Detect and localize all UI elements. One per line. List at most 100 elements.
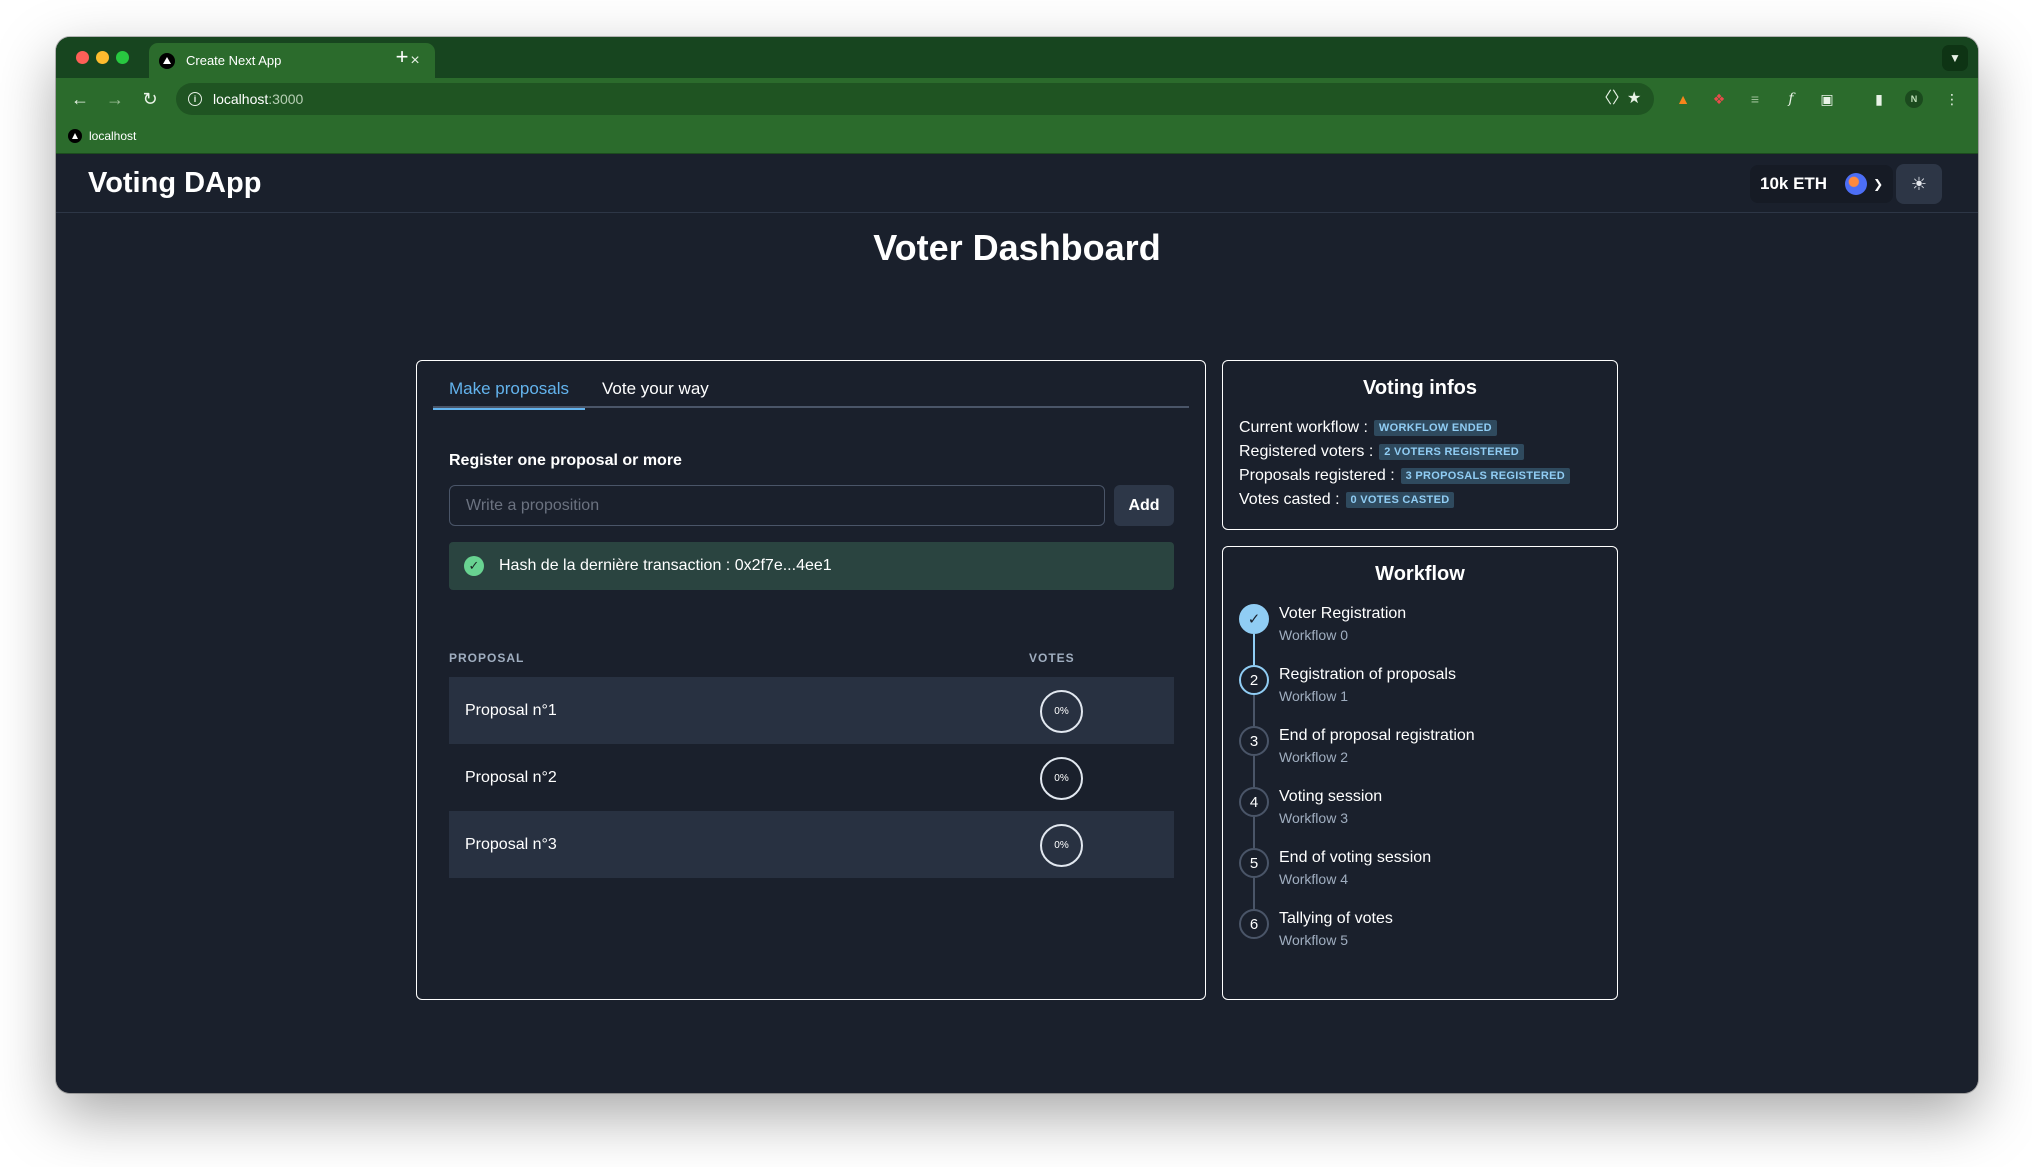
step-subtitle: Workflow 0	[1279, 627, 1348, 643]
app-header: Voting DApp 10k ETH ❯ ☀	[56, 155, 1978, 213]
table-row: Proposal n°1 0%	[449, 677, 1174, 744]
close-window-button[interactable]	[76, 51, 89, 64]
chevron-down-icon: ❯	[1873, 177, 1884, 191]
app-viewport: Voting DApp 10k ETH ❯ ☀ Voter Dashboard …	[56, 155, 1978, 1093]
nextjs-bookmark-icon	[68, 129, 82, 143]
step-number: 3	[1239, 726, 1269, 756]
step-connector	[1253, 634, 1255, 665]
register-proposal-label: Register one proposal or more	[449, 452, 682, 469]
table-row: Proposal n°2 0%	[449, 744, 1174, 811]
info-registered-voters: Registered voters : 2 VOTERS REGISTERED	[1239, 443, 1524, 461]
step-number: 5	[1239, 848, 1269, 878]
status-badge: WORKFLOW ENDED	[1373, 420, 1497, 436]
info-proposals-registered: Proposals registered : 3 PROPOSALS REGIS…	[1239, 467, 1571, 485]
step-title: Voting session	[1279, 788, 1383, 805]
minimize-window-button[interactable]	[96, 51, 109, 64]
metamask-extension-icon[interactable]: ▲	[1673, 89, 1693, 109]
proposal-label: Proposal n°1	[465, 701, 557, 719]
step-title: Tallying of votes	[1279, 910, 1393, 927]
translate-icon[interactable]: 〈〉	[1596, 90, 1628, 108]
page-title: Voter Dashboard	[873, 227, 1161, 268]
tab-list: Make proposals Vote your way	[433, 378, 1189, 410]
reload-icon[interactable]: ↻	[138, 87, 162, 111]
workflow-step: 3 End of proposal registration Workflow …	[1239, 726, 1599, 787]
step-connector	[1253, 878, 1255, 909]
bookmarks-bar: localhost	[56, 120, 1978, 154]
info-current-workflow: Current workflow : WORKFLOW ENDED	[1239, 419, 1497, 437]
add-proposal-button[interactable]: Add	[1114, 485, 1174, 526]
tab-search-chevron-icon[interactable]: ▼	[1942, 45, 1968, 71]
proposal-label: Proposal n°3	[465, 835, 557, 853]
workflow-step: 6 Tallying of votes Workflow 5	[1239, 909, 1599, 965]
color-extension-icon[interactable]: ❖	[1709, 89, 1729, 109]
workflow-step: ✓ Voter Registration Workflow 0	[1239, 604, 1599, 665]
nextjs-favicon-icon	[159, 52, 175, 69]
step-title: End of voting session	[1279, 849, 1432, 866]
browser-toolbar: ← → ↻ i localhost:3000 〈〉 ★ ▲ ❖ ≡ f ▣ ▮ …	[56, 78, 1978, 120]
status-badge: 3 PROPOSALS REGISTERED	[1400, 468, 1571, 484]
workflow-step: 5 End of voting session Workflow 4	[1239, 848, 1599, 909]
url-host: localhost	[213, 91, 269, 107]
tab-make-proposals[interactable]: Make proposals	[433, 378, 586, 410]
column-header-proposal: PROPOSAL	[449, 651, 525, 665]
step-title: Voter Registration	[1279, 605, 1407, 622]
step-subtitle: Workflow 2	[1279, 749, 1348, 765]
fx-extension-icon[interactable]: f	[1781, 89, 1801, 109]
url-port: :3000	[268, 91, 304, 107]
forward-arrow-icon[interactable]: →	[103, 87, 127, 111]
maximize-window-button[interactable]	[116, 51, 129, 64]
step-subtitle: Workflow 4	[1279, 871, 1348, 887]
step-number: 4	[1239, 787, 1269, 817]
bookmark-star-icon[interactable]: ★	[1627, 90, 1641, 108]
step-subtitle: Workflow 3	[1279, 810, 1348, 826]
workflow-title: Workflow	[1375, 563, 1465, 585]
extensions-puzzle-icon[interactable]: ▣	[1817, 89, 1837, 109]
step-title: End of proposal registration	[1279, 727, 1475, 744]
votes-percentage-circle: 0%	[1040, 690, 1083, 733]
browser-menu-icon[interactable]: ⋮	[1942, 89, 1962, 109]
browser-tab-strip: Create Next App × + ▼	[56, 37, 1978, 78]
check-circle-icon: ✓	[464, 556, 484, 576]
column-header-votes: VOTES	[1029, 651, 1075, 665]
step-subtitle: Workflow 1	[1279, 688, 1348, 704]
profile-avatar[interactable]: N	[1905, 90, 1923, 108]
app-title: Voting DApp	[88, 167, 262, 199]
bookmark-label: localhost	[89, 129, 137, 143]
voting-infos-title: Voting infos	[1362, 377, 1478, 399]
step-number: 2	[1239, 665, 1269, 695]
tab-vote-your-way[interactable]: Vote your way	[586, 378, 725, 408]
status-badge: 2 VOTERS REGISTERED	[1379, 444, 1524, 460]
info-label: Current workflow :	[1239, 419, 1368, 436]
back-arrow-icon[interactable]: ←	[68, 87, 92, 111]
browser-window: Create Next App × + ▼ ← → ↻ i localhost:…	[56, 37, 1978, 1093]
info-votes-casted: Votes casted : 0 VOTES CASTED	[1239, 491, 1455, 509]
wallet-account-button[interactable]: 10k ETH ❯	[1750, 165, 1894, 203]
site-info-icon[interactable]: i	[188, 92, 202, 106]
step-connector	[1253, 817, 1255, 848]
step-check-icon: ✓	[1239, 604, 1269, 634]
votes-percentage-circle: 0%	[1040, 757, 1083, 800]
bookmark-localhost[interactable]: localhost	[68, 129, 136, 143]
votes-percentage-circle: 0%	[1040, 824, 1083, 867]
proposal-label: Proposal n°2	[465, 768, 557, 786]
info-label: Registered voters :	[1239, 443, 1374, 460]
extension-icon[interactable]: ≡	[1745, 89, 1765, 109]
proposals-card: Make proposals Vote your way Register on…	[416, 360, 1206, 1000]
status-badge: 0 VOTES CASTED	[1345, 492, 1455, 508]
voting-infos-card: Voting infos Current workflow : WORKFLOW…	[1222, 360, 1618, 530]
side-panel-icon[interactable]: ▮	[1869, 89, 1889, 109]
proposition-input[interactable]	[449, 485, 1105, 526]
step-connector	[1253, 695, 1255, 726]
step-connector	[1253, 756, 1255, 787]
new-tab-button[interactable]: +	[390, 46, 414, 68]
tab-title: Create Next App	[186, 53, 282, 68]
workflow-card: Workflow ✓ Voter Registration Workflow 0…	[1222, 546, 1618, 1000]
info-label: Votes casted :	[1239, 491, 1340, 508]
address-bar[interactable]: i localhost:3000 〈〉 ★	[176, 83, 1654, 115]
transaction-success-alert: ✓ Hash de la dernière transaction : 0x2f…	[449, 542, 1174, 590]
step-subtitle: Workflow 5	[1279, 932, 1348, 948]
theme-toggle-sun-icon[interactable]: ☀	[1896, 164, 1942, 204]
info-label: Proposals registered :	[1239, 467, 1395, 484]
account-avatar	[1845, 173, 1868, 195]
workflow-step: 4 Voting session Workflow 3	[1239, 787, 1599, 848]
